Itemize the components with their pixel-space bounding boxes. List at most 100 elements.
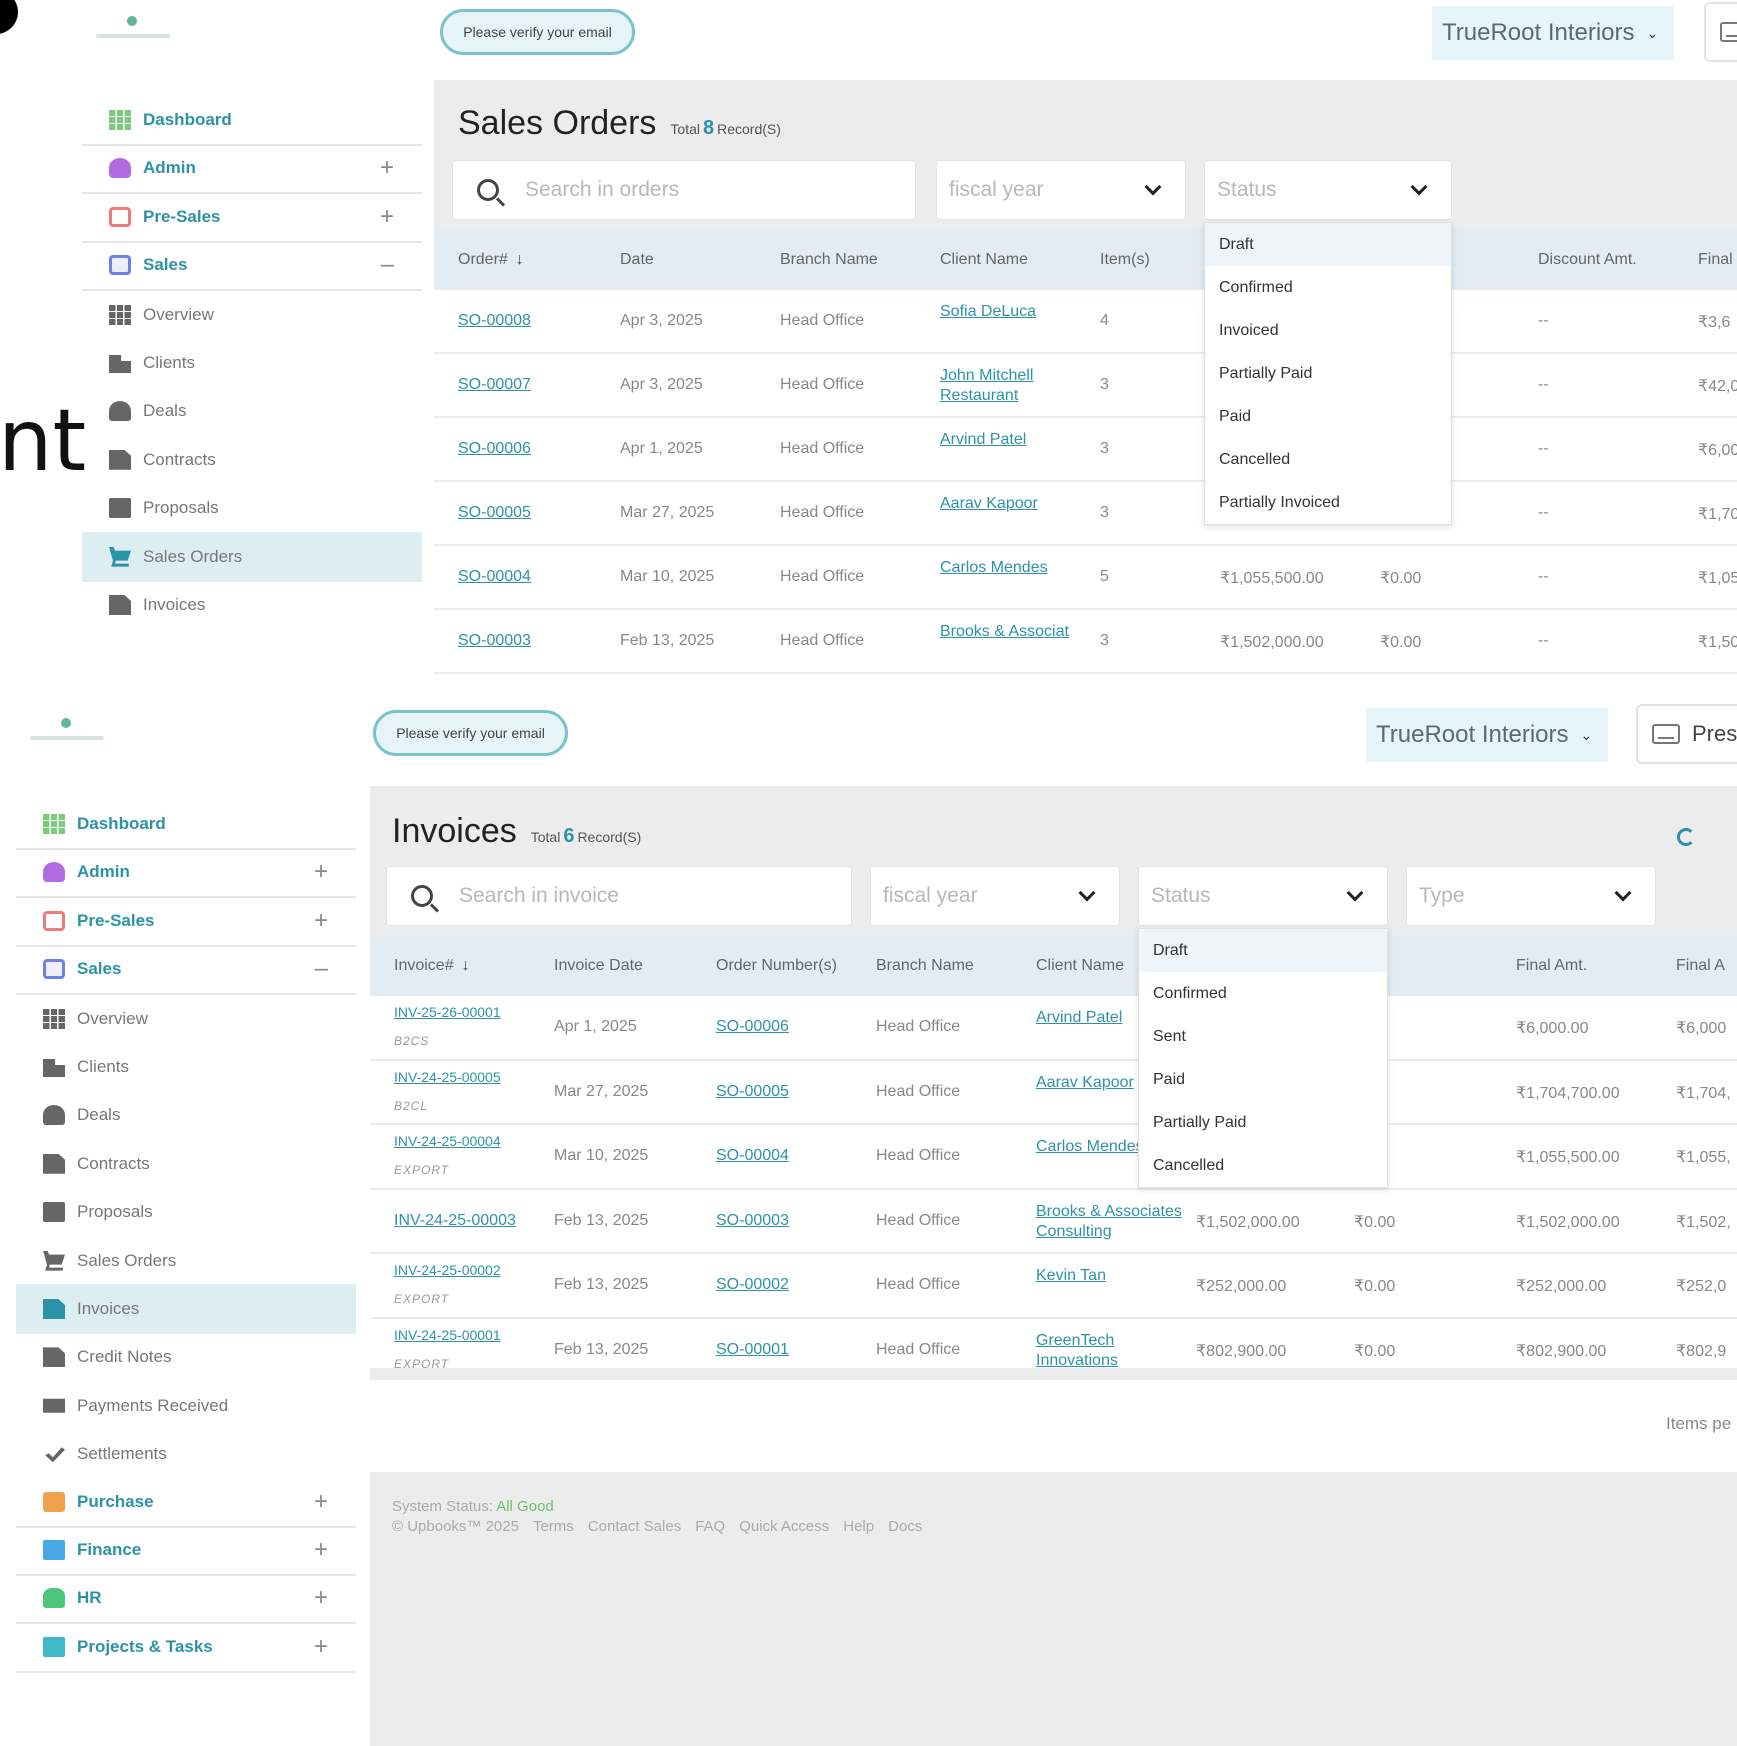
sidebar-item-deals[interactable]: Deals [16,1090,356,1140]
status-option-draft[interactable]: Draft [1139,929,1387,972]
cell-order[interactable]: SO-00004 [716,1147,789,1165]
cell-order[interactable]: SO-00003 [716,1212,789,1230]
sidebar-item-settlements[interactable]: Settlements [16,1429,356,1479]
sidebar-item-credit-notes[interactable]: Credit Notes [16,1332,356,1382]
status-select[interactable]: Status [1138,866,1388,926]
column-header-item-s[interactable]: Item(s) [1100,230,1150,290]
sidebar-item-sales[interactable]: Sales – [16,945,356,996]
footer-link-docs[interactable]: Docs [888,1518,922,1535]
status-option-confirmed[interactable]: Confirmed [1205,266,1451,309]
status-option-partially-paid[interactable]: Partially Paid [1139,1101,1387,1144]
sidebar-item-projects-tasks[interactable]: Projects & Tasks + [16,1623,356,1673]
type-select[interactable]: Type [1406,866,1656,926]
cell-invoice[interactable]: INV-24-25-00004 [394,1133,501,1149]
present-button[interactable] [1704,2,1737,62]
cell-invoice[interactable]: INV-25-26-00001 [394,1004,501,1020]
cell-client[interactable]: Arvind Patel [940,430,1090,450]
cell-client[interactable]: Carlos Mendes [940,558,1090,578]
column-header-branch-name[interactable]: Branch Name [876,936,974,996]
sidebar-item-admin[interactable]: Admin + [16,848,356,899]
sort-down-icon[interactable]: ↓ [462,957,470,975]
footer-link-contact-sales[interactable]: Contact Sales [588,1518,681,1535]
status-option-cancelled[interactable]: Cancelled [1205,438,1451,481]
column-header-final-amt[interactable]: Final Amt. [1516,936,1587,996]
sidebar-item-proposals[interactable]: Proposals [82,483,422,533]
cell-order[interactable]: SO-00006 [458,440,531,458]
column-header-invoice[interactable]: Invoice# ↓ [394,936,470,996]
verify-email-button[interactable]: Please verify your email [440,9,635,55]
cell-client[interactable]: John Mitchell Restaurant [940,366,1090,406]
status-option-cancelled[interactable]: Cancelled [1139,1144,1387,1187]
sidebar-item-deals[interactable]: Deals [82,386,422,436]
collapse-icon[interactable]: – [381,251,394,279]
search-input[interactable]: Search in orders [452,160,916,220]
cell-order[interactable]: SO-00005 [716,1083,789,1101]
status-option-draft[interactable]: Draft [1205,223,1451,266]
sidebar-item-dashboard[interactable]: Dashboard [82,96,422,146]
footer-link-faq[interactable]: FAQ [695,1518,725,1535]
cell-client[interactable]: Sofia DeLuca [940,302,1090,322]
column-header-client-name[interactable]: Client Name [940,230,1028,290]
status-option-paid[interactable]: Paid [1205,395,1451,438]
present-button[interactable]: Pres [1636,704,1737,764]
column-header-invoice-date[interactable]: Invoice Date [554,936,643,996]
cell-order[interactable]: SO-00004 [458,568,531,586]
footer-link-quick-access[interactable]: Quick Access [739,1518,829,1535]
column-header-order-number-s[interactable]: Order Number(s) [716,936,837,996]
status-option-invoiced[interactable]: Invoiced [1205,309,1451,352]
status-option-sent[interactable]: Sent [1139,1015,1387,1058]
sidebar-item-proposals[interactable]: Proposals [16,1187,356,1237]
sidebar-item-hr[interactable]: HR + [16,1574,356,1625]
company-selector[interactable]: TrueRoot Interiors ⌄ [1432,6,1674,60]
cell-client[interactable]: Aarav Kapoor [940,494,1090,514]
expand-icon[interactable]: + [314,1584,328,1612]
status-option-confirmed[interactable]: Confirmed [1139,972,1387,1015]
sidebar-item-pre-sales[interactable]: Pre-Sales + [16,897,356,947]
column-header-final-a[interactable]: Final A [1676,936,1725,996]
status-select[interactable]: Status [1204,160,1452,220]
sidebar-item-dashboard[interactable]: Dashboard [16,800,356,850]
expand-icon[interactable]: + [314,1488,328,1516]
cell-invoice[interactable]: INV-24-25-00001 [394,1327,501,1343]
sidebar-item-purchase[interactable]: Purchase + [16,1478,356,1528]
sidebar-item-sales-orders[interactable]: Sales Orders [16,1236,356,1286]
expand-icon[interactable]: + [314,907,328,935]
company-selector[interactable]: TrueRoot Interiors ⌄ [1366,708,1608,762]
cell-order[interactable]: SO-00008 [458,312,531,330]
column-header-discount-amt[interactable]: Discount Amt. [1538,230,1637,290]
column-header-client-name[interactable]: Client Name [1036,936,1124,996]
footer-link-help[interactable]: Help [843,1518,874,1535]
sidebar-item-admin[interactable]: Admin + [82,144,422,195]
sidebar-item-clients[interactable]: Clients [16,1042,356,1092]
cell-invoice[interactable]: INV-24-25-00005 [394,1069,501,1085]
sidebar-item-clients[interactable]: Clients [82,338,422,388]
search-input[interactable]: Search in invoice [386,866,852,926]
sidebar-item-invoices[interactable]: Invoices [82,580,422,630]
cell-order[interactable]: SO-00001 [716,1341,789,1359]
expand-icon[interactable]: + [314,1536,328,1564]
cell-client[interactable]: GreenTech Innovations [1036,1331,1186,1368]
sidebar-item-pre-sales[interactable]: Pre-Sales + [82,193,422,243]
fiscal-year-select[interactable]: fiscal year [870,866,1120,926]
sidebar-item-sales[interactable]: Sales – [82,241,422,292]
cell-order[interactable]: SO-00006 [716,1018,789,1036]
column-header-final[interactable]: Final [1698,230,1733,290]
expand-icon[interactable]: + [380,154,394,182]
cell-order[interactable]: SO-00002 [716,1276,789,1294]
cell-order[interactable]: SO-00007 [458,376,531,394]
column-header-branch-name[interactable]: Branch Name [780,230,878,290]
column-header-date[interactable]: Date [620,230,654,290]
sort-down-icon[interactable]: ↓ [516,251,524,269]
footer-link-terms[interactable]: Terms [533,1518,574,1535]
cell-invoice[interactable]: INV-24-25-00003 [394,1212,516,1230]
sidebar-item-sales-orders[interactable]: Sales Orders [82,531,422,582]
sidebar-item-contracts[interactable]: Contracts [16,1139,356,1189]
expand-icon[interactable]: + [314,858,328,886]
collapse-icon[interactable]: – [315,955,328,983]
cell-order[interactable]: SO-00005 [458,504,531,522]
verify-email-button[interactable]: Please verify your email [373,710,568,756]
sidebar-item-invoices[interactable]: Invoices [16,1284,356,1334]
status-option-partially-invoiced[interactable]: Partially Invoiced [1205,481,1451,524]
cell-client[interactable]: Brooks & Associat [940,622,1090,642]
cell-client[interactable]: Kevin Tan [1036,1266,1186,1286]
